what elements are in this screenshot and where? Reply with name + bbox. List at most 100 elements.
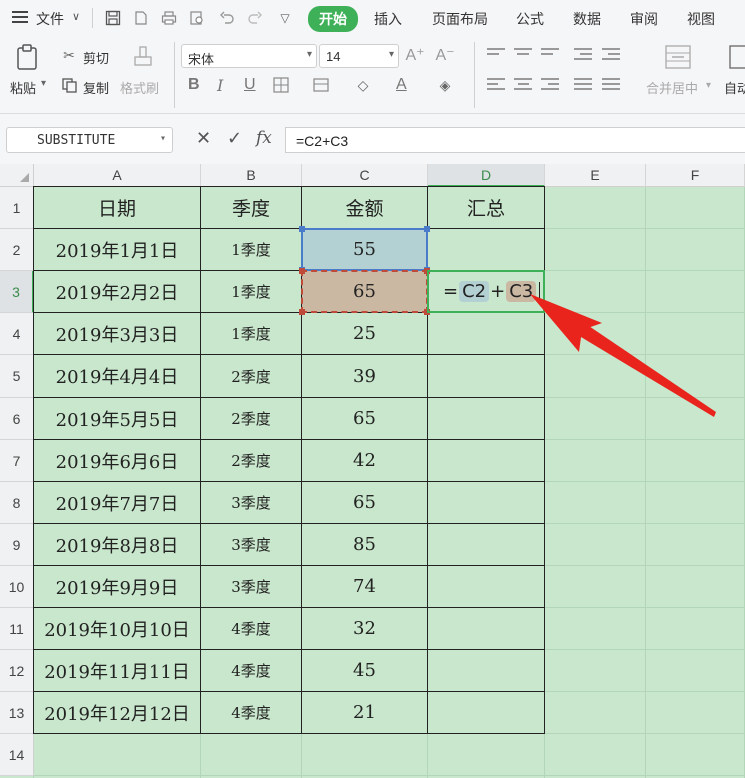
distribute-icon[interactable] (602, 78, 620, 92)
table-cell[interactable]: 2季度 (201, 398, 302, 440)
cancel-icon[interactable]: ✕ (196, 128, 211, 149)
align-middle-icon[interactable] (514, 48, 532, 62)
table-cell[interactable]: 65 (302, 482, 428, 524)
table-cell[interactable]: 2019年1月1日 (34, 229, 201, 271)
column-header-e[interactable]: E (545, 164, 646, 187)
paste-button[interactable]: 粘贴 (10, 78, 36, 97)
table-cell[interactable]: 2019年7月7日 (34, 482, 201, 524)
summary-cell[interactable] (428, 313, 545, 355)
format-painter-button[interactable]: 格式刷 (120, 78, 159, 97)
row-header-7[interactable]: 7 (0, 440, 34, 482)
format-painter-icon[interactable] (132, 44, 154, 68)
bold-icon[interactable]: B (188, 76, 200, 94)
row-header-11[interactable]: 11 (0, 608, 34, 650)
row-header-5[interactable]: 5 (0, 355, 34, 398)
font-name-select[interactable]: 宋体 ▾ (181, 44, 317, 68)
column-header-d[interactable]: D (428, 164, 545, 187)
align-center-icon[interactable] (514, 78, 532, 92)
table-cell[interactable]: 65 (302, 271, 428, 313)
table-cell[interactable]: 2019年11月11日 (34, 650, 201, 692)
cell-style-icon[interactable] (312, 76, 330, 94)
chevron-down-icon[interactable]: ∨ (72, 10, 80, 23)
confirm-icon[interactable]: ✓ (227, 128, 242, 149)
header-cell[interactable]: 汇总 (428, 187, 545, 229)
table-cell[interactable]: 32 (302, 608, 428, 650)
fill-color-icon[interactable]: ◇ (354, 76, 372, 94)
scissors-icon[interactable]: ✂ (60, 46, 78, 64)
wrap-text-icon[interactable] (728, 44, 745, 70)
border-icon[interactable] (272, 76, 290, 94)
merge-center-icon[interactable] (664, 44, 692, 70)
header-cell[interactable]: 日期 (34, 187, 201, 229)
insert-function-icon[interactable]: fx (256, 128, 272, 148)
decrease-indent-icon[interactable] (574, 48, 592, 62)
cut-button[interactable]: 剪切 (83, 48, 109, 67)
justify-icon[interactable] (574, 78, 592, 92)
row-header-12[interactable]: 12 (0, 650, 34, 692)
table-cell[interactable]: 1季度 (201, 271, 302, 313)
table-cell[interactable]: 2季度 (201, 355, 302, 398)
table-cell[interactable]: 2019年2月2日 (34, 271, 201, 313)
row-header-14[interactable]: 14 (0, 734, 34, 776)
table-cell[interactable]: 4季度 (201, 692, 302, 734)
summary-cell[interactable] (428, 608, 545, 650)
file-menu[interactable]: 文件 (36, 9, 64, 29)
table-cell[interactable]: 85 (302, 524, 428, 566)
export-pdf-icon[interactable] (132, 9, 150, 27)
paste-chevron-icon[interactable]: ▾ (41, 78, 46, 89)
customize-chevron-icon[interactable]: ▽ (276, 9, 294, 27)
underline-icon[interactable]: U (244, 76, 256, 94)
row-header-4[interactable]: 4 (0, 313, 34, 355)
name-box[interactable]: SUBSTITUTE ▾ (6, 127, 173, 153)
copy-icon[interactable] (60, 76, 78, 94)
table-cell[interactable]: 2019年5月5日 (34, 398, 201, 440)
summary-cell[interactable] (428, 482, 545, 524)
font-color-icon[interactable]: A (396, 76, 407, 94)
print-icon[interactable] (160, 9, 178, 27)
tab-view[interactable]: 视图 (687, 9, 715, 29)
table-cell[interactable]: 39 (302, 355, 428, 398)
merge-center-button[interactable]: 合并居中 (646, 78, 698, 97)
select-all-corner[interactable] (0, 164, 34, 187)
table-cell[interactable]: 25 (302, 313, 428, 355)
spreadsheet-grid[interactable]: A B C D E F 1 2 3 4 5 6 7 8 9 10 11 12 13 14 日期 季度 金额 汇总 2019年1月… (0, 164, 745, 778)
table-cell[interactable]: 2019年10月10日 (34, 608, 201, 650)
row-header-10[interactable]: 10 (0, 566, 34, 608)
tab-page-layout[interactable]: 页面布局 (432, 9, 488, 29)
summary-cell[interactable] (428, 440, 545, 482)
row-header-13[interactable]: 13 (0, 692, 34, 734)
table-cell[interactable]: 3季度 (201, 482, 302, 524)
merge-chevron-icon[interactable]: ▾ (706, 80, 711, 91)
font-size-select[interactable]: 14 ▾ (319, 44, 399, 68)
table-cell[interactable]: 2季度 (201, 440, 302, 482)
row-header-1[interactable]: 1 (0, 187, 34, 229)
undo-icon[interactable] (218, 9, 236, 27)
table-cell[interactable]: 55 (302, 229, 428, 271)
row-header-9[interactable]: 9 (0, 524, 34, 566)
increase-indent-icon[interactable] (602, 48, 620, 62)
decrease-font-icon[interactable]: A⁻ (435, 46, 454, 64)
summary-cell[interactable] (428, 355, 545, 398)
table-cell[interactable]: 42 (302, 440, 428, 482)
align-right-icon[interactable] (541, 78, 559, 92)
formula-input[interactable]: =C2+C3 (285, 127, 745, 153)
table-cell[interactable]: 3季度 (201, 566, 302, 608)
summary-cell[interactable] (428, 650, 545, 692)
table-cell[interactable]: 1季度 (201, 229, 302, 271)
row-header-8[interactable]: 8 (0, 482, 34, 524)
column-header-b[interactable]: B (201, 164, 302, 187)
row-header-2[interactable]: 2 (0, 229, 34, 271)
align-bottom-icon[interactable] (541, 48, 559, 62)
summary-cell[interactable] (428, 692, 545, 734)
align-left-icon[interactable] (487, 78, 505, 92)
column-header-c[interactable]: C (302, 164, 428, 187)
summary-cell[interactable] (428, 524, 545, 566)
table-cell[interactable]: 4季度 (201, 650, 302, 692)
header-cell[interactable]: 季度 (201, 187, 302, 229)
paste-icon[interactable] (14, 42, 40, 72)
table-cell[interactable]: 2019年4月4日 (34, 355, 201, 398)
align-top-icon[interactable] (487, 48, 505, 62)
table-cell[interactable]: 65 (302, 398, 428, 440)
table-cell[interactable]: 45 (302, 650, 428, 692)
table-cell[interactable]: 2019年3月3日 (34, 313, 201, 355)
